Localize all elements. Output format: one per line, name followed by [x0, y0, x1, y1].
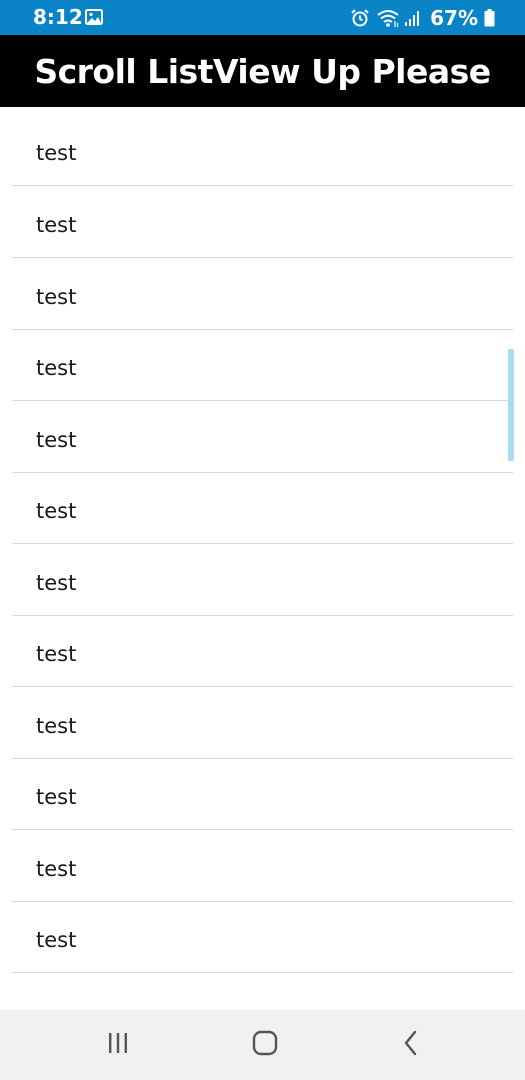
- gallery-icon: [85, 9, 103, 25]
- back-button[interactable]: [386, 1022, 436, 1068]
- list-item-label: test: [36, 428, 77, 452]
- list-item[interactable]: test: [12, 545, 513, 616]
- list-item[interactable]: test: [12, 902, 513, 973]
- list-item[interactable]: test: [12, 831, 513, 902]
- status-bar: 8:12 67%: [0, 0, 525, 35]
- list-item-label: test: [36, 285, 77, 309]
- battery-percent: 67%: [430, 5, 478, 30]
- list-item[interactable]: test: [12, 473, 513, 544]
- list-item[interactable]: test: [12, 616, 513, 687]
- list-item[interactable]: test: [12, 759, 513, 830]
- app-bar: Scroll ListView Up Please: [0, 35, 525, 107]
- recent-apps-icon: [106, 1032, 130, 1058]
- list-item[interactable]: test: [12, 187, 513, 258]
- battery-icon: [484, 8, 495, 27]
- home-icon: [252, 1030, 278, 1060]
- list-item-label: test: [36, 356, 77, 380]
- list-item-label: test: [36, 714, 77, 738]
- alarm-icon: [350, 8, 370, 28]
- list-view[interactable]: test test test test test test test test …: [0, 107, 525, 1010]
- list-item-label: test: [36, 571, 77, 595]
- list-item-label: test: [36, 928, 77, 952]
- screen: 8:12 67% Scroll ListView Up Please test …: [0, 0, 525, 1080]
- list-item[interactable]: test: [12, 115, 513, 186]
- list-item[interactable]: test: [12, 688, 513, 759]
- wifi-icon: [376, 8, 400, 28]
- list-item-label: test: [36, 213, 77, 237]
- status-time: 8:12: [33, 5, 83, 29]
- nav-bar: [0, 1010, 525, 1080]
- list-item-label: test: [36, 499, 77, 523]
- page-title: Scroll ListView Up Please: [34, 51, 491, 91]
- list-item-label: test: [36, 642, 77, 666]
- recent-apps-button[interactable]: [93, 1022, 143, 1068]
- home-button[interactable]: [240, 1022, 290, 1068]
- list-item[interactable]: test: [12, 402, 513, 473]
- list-item[interactable]: test: [12, 330, 513, 401]
- list-item-label: test: [36, 785, 77, 809]
- back-icon: [401, 1030, 421, 1060]
- signal-icon: [404, 9, 422, 27]
- list-item-label: test: [36, 857, 77, 881]
- list-item-label: test: [36, 141, 77, 165]
- list-item[interactable]: test: [12, 259, 513, 330]
- scrollbar[interactable]: [508, 349, 514, 461]
- status-icons: 67%: [350, 5, 495, 30]
